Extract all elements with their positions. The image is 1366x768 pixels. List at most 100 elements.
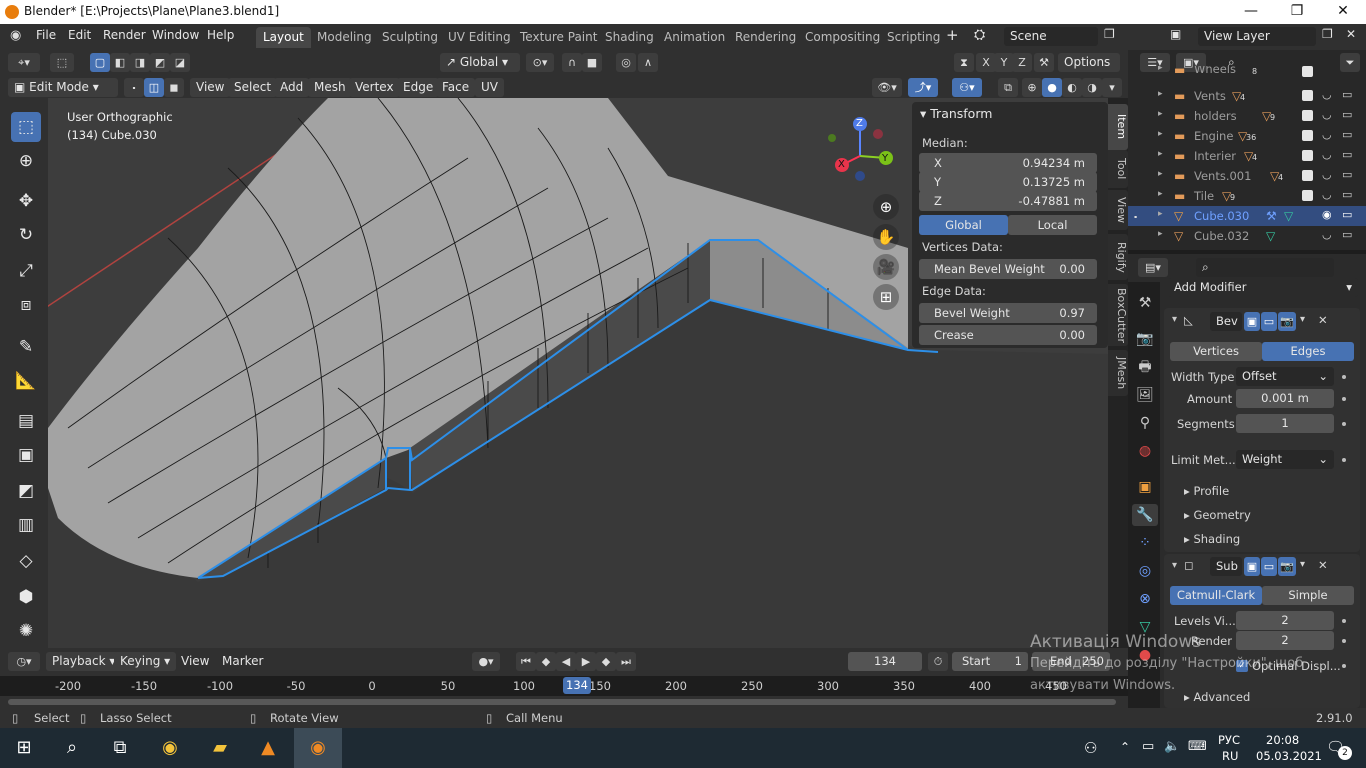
tray-up-icon[interactable]: ⌃ — [1120, 740, 1130, 754]
exclude-checkbox[interactable] — [1302, 150, 1313, 161]
affect-vertices-toggle[interactable]: Vertices — [1170, 342, 1262, 361]
menu-help[interactable]: Help — [207, 28, 234, 42]
tab-texture-paint[interactable]: Texture Paint — [513, 27, 604, 48]
marker-menu[interactable]: Marker — [216, 652, 269, 671]
playhead-marker[interactable]: 134 — [563, 677, 591, 694]
playback-menu[interactable]: Playback ▾ — [46, 652, 122, 671]
physics-tab-icon[interactable]: ◎ — [1132, 560, 1158, 582]
battery-icon[interactable]: ▭ — [1142, 739, 1154, 754]
menu-view[interactable]: View — [190, 78, 231, 97]
windows-start-icon[interactable]: ⊞ — [0, 728, 48, 768]
menu-edge[interactable]: Edge — [397, 78, 440, 97]
edge-select-icon[interactable]: ◫ — [144, 78, 164, 97]
render-toggle-icon[interactable]: 📷 — [1278, 557, 1296, 576]
remove-modifier-icon[interactable]: ✕ — [1318, 313, 1328, 327]
menu-face[interactable]: Face — [436, 78, 476, 97]
world-tab-icon[interactable]: ◍ — [1132, 440, 1158, 462]
exclude-checkbox[interactable] — [1302, 170, 1313, 181]
extrude-tool-icon[interactable]: ▤ — [11, 406, 41, 436]
editmode-toggle-icon[interactable]: ▣ — [1244, 557, 1260, 576]
annotate-tool-icon[interactable]: ✎ — [11, 332, 41, 362]
people-icon[interactable]: ⚇ — [1084, 739, 1097, 757]
exclude-checkbox[interactable] — [1302, 130, 1313, 141]
transform-tool-icon[interactable]: ⧈ — [11, 290, 41, 320]
mode-intersect-icon[interactable]: ◪ — [170, 53, 190, 72]
exclude-checkbox[interactable] — [1302, 66, 1313, 77]
hide-eye-icon[interactable]: ◡ — [1322, 188, 1332, 201]
subsurf-name-field[interactable]: Sub — [1210, 557, 1242, 576]
outliner-row-interier[interactable]: ▸ ▬ Interier ▽ 4 ◡ ▭ — [1128, 146, 1366, 166]
keyframe-dot-icon[interactable] — [1342, 397, 1346, 401]
current-frame-field[interactable]: 134 — [848, 652, 922, 671]
render-tab-icon[interactable]: 📷 — [1132, 328, 1158, 350]
falloff-icon[interactable]: ∧ — [638, 53, 658, 72]
tab-layout[interactable]: Layout — [256, 27, 311, 48]
particles-tab-icon[interactable]: ⁘ — [1132, 532, 1158, 554]
mode-select[interactable]: ▣ Edit Mode ▾ — [8, 78, 118, 97]
catmull-clark-toggle[interactable]: Catmull-Clark — [1170, 586, 1262, 605]
tool-tab-icon[interactable]: ⚒ — [1132, 292, 1158, 314]
amount-field[interactable]: 0.001 m — [1236, 389, 1334, 408]
outliner-row-vents[interactable]: ▸ ▬ Vents ▽ 4 ◡ ▭ — [1128, 86, 1366, 106]
sidebar-tab-jmesh[interactable]: JMesh — [1108, 350, 1128, 396]
median-x-field[interactable]: X 0.94234 m — [919, 153, 1097, 173]
outliner-row-vents-001[interactable]: ▸ ▬ Vents.001 ▽ 4 ◡ ▭ — [1128, 166, 1366, 186]
exclude-checkbox[interactable] — [1302, 90, 1313, 101]
loop-cut-tool-icon[interactable]: ▥ — [11, 510, 41, 540]
hide-eye-icon[interactable]: ◡ — [1322, 228, 1332, 241]
hide-eye-icon[interactable]: ◡ — [1322, 88, 1332, 101]
preview-range-icon[interactable]: ⏱ — [928, 652, 948, 671]
hide-eye-icon[interactable]: ◡ — [1322, 108, 1332, 121]
hide-eye-icon[interactable]: ◉ — [1322, 208, 1332, 221]
menu-select[interactable]: Select — [228, 78, 278, 97]
axis-y-toggle[interactable]: Y — [994, 53, 1014, 72]
menu-file[interactable]: File — [36, 28, 56, 42]
editor-type-button[interactable]: ⌖▾ — [8, 53, 40, 72]
shading-subpanel[interactable]: ▸ Shading — [1184, 532, 1240, 546]
shading-rendered-icon[interactable]: ◑ — [1082, 78, 1102, 97]
outliner-row-engine[interactable]: ▸ ▬ Engine ▽ 36 ◡ ▭ — [1128, 126, 1366, 146]
viewport-toggle-icon[interactable]: ▭ — [1261, 312, 1277, 331]
next-keyframe-icon[interactable]: ◆ — [596, 652, 616, 671]
affect-edges-toggle[interactable]: Edges — [1262, 342, 1354, 361]
start-frame-field[interactable]: Start 1 — [952, 652, 1028, 671]
object-tab-icon[interactable]: ▣ — [1132, 476, 1158, 498]
sidebar-tab-item[interactable]: Item — [1108, 104, 1128, 150]
menu-mesh[interactable]: Mesh — [308, 78, 352, 97]
hide-eye-icon[interactable]: ◡ — [1322, 168, 1332, 181]
blender-menu-icon[interactable]: ◉ — [10, 28, 21, 43]
render-monitor-icon[interactable]: ▭ — [1342, 168, 1352, 181]
median-y-field[interactable]: Y 0.13725 m — [919, 172, 1097, 192]
shading-material-icon[interactable]: ◐ — [1062, 78, 1082, 97]
mirror-icon[interactable]: ⧗ — [954, 53, 974, 72]
gizmo-toggle-icon[interactable]: ⤴▾ — [908, 78, 938, 97]
properties-search-input[interactable]: ⌕ — [1196, 258, 1334, 277]
jump-start-icon[interactable]: ⏮ — [516, 652, 536, 671]
mode-invert-icon[interactable]: ◩ — [150, 53, 170, 72]
knife-tool-icon[interactable]: ◇ — [11, 546, 41, 576]
render-monitor-icon[interactable]: ▭ — [1342, 148, 1352, 161]
outliner-row-tile[interactable]: ▸ ▬ Tile ▽ 9 ◡ ▭ — [1128, 186, 1366, 206]
snap-element-icon[interactable]: ■ — [582, 53, 602, 72]
scene-copy-icon[interactable]: ❐ — [1104, 27, 1115, 41]
view-layer-copy-icon[interactable]: ❐ — [1322, 27, 1333, 41]
maximize-button[interactable]: ❐ — [1274, 0, 1320, 24]
local-toggle[interactable]: Local — [1008, 215, 1097, 235]
geometry-subpanel[interactable]: ▸ Geometry — [1184, 508, 1251, 522]
xray-toggle-icon[interactable]: ⧉ — [998, 78, 1018, 97]
sidebar-tab-tool[interactable]: Tool — [1108, 150, 1128, 188]
shading-solid-icon[interactable]: ● — [1042, 78, 1062, 97]
keyboard-layout[interactable]: RU — [1222, 749, 1238, 763]
hide-eye-icon[interactable]: ◡ — [1322, 148, 1332, 161]
scale-tool-icon[interactable]: ⤢ — [11, 256, 41, 286]
constraints-tab-icon[interactable]: ⊗ — [1132, 588, 1158, 610]
pivot-point-icon[interactable]: ⊙▾ — [526, 53, 554, 72]
advanced-subpanel[interactable]: ▸ Advanced — [1184, 690, 1250, 704]
simple-toggle[interactable]: Simple — [1262, 586, 1354, 605]
cursor-tool-icon[interactable]: ⊕ — [11, 146, 41, 176]
zoom-icon[interactable]: ⊕ — [873, 194, 899, 220]
tab-animation[interactable]: Animation — [657, 27, 732, 48]
options-dropdown[interactable]: Options ▾ — [1058, 53, 1120, 88]
wrench-icon[interactable]: ⚒ — [1034, 53, 1054, 72]
median-z-field[interactable]: Z -0.47881 m — [919, 191, 1097, 211]
